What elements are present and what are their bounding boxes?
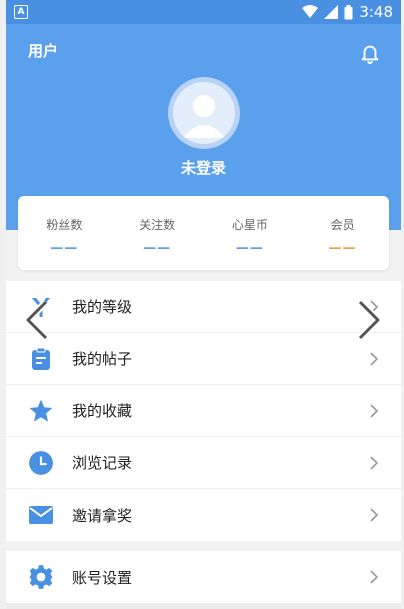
avatar[interactable] [168, 77, 240, 149]
chevron-right-icon [370, 570, 379, 584]
mail-icon [29, 506, 53, 524]
stat-label: 关注数 [139, 218, 176, 232]
chevron-right-icon [370, 352, 379, 366]
battery-icon [344, 4, 353, 19]
clock-icon [29, 450, 53, 475]
stat-value: —— [328, 241, 357, 256]
stat-label: 心星币 [231, 218, 268, 232]
stat-following[interactable]: 关注数 —— [111, 196, 204, 270]
signal-icon [324, 5, 339, 19]
stat-member[interactable]: 会员 —— [296, 196, 389, 270]
wifi-icon [302, 5, 319, 18]
menu-label: 账号设置 [72, 568, 133, 587]
menu-item-history[interactable]: 浏览记录 [6, 437, 401, 489]
stat-value: —— [143, 241, 172, 256]
menu-list: 我的等级 我的帖子 我的收藏 浏览记录 邀请拿奖 [6, 281, 401, 541]
menu-label: 我的等级 [72, 298, 133, 316]
stat-label: 粉丝数 [46, 218, 83, 232]
app-badge-icon: A [14, 5, 28, 19]
page-title: 用户 [28, 42, 59, 60]
stat-fans[interactable]: 粉丝数 —— [18, 196, 111, 270]
stat-coins[interactable]: 心星币 —— [204, 196, 297, 270]
chevron-right-icon [370, 508, 379, 522]
chevron-right-icon [370, 456, 379, 470]
carousel-next-icon[interactable] [352, 300, 386, 340]
menu-label: 我的收藏 [72, 402, 133, 420]
app-frame: A 3:48 用户 未登录 粉丝数 —— 关注数 —— 心星币 —— 会员 ——… [6, 0, 401, 609]
menu-item-favorites[interactable]: 我的收藏 [6, 385, 401, 437]
status-bar: A 3:48 [6, 0, 401, 24]
menu-item-invite[interactable]: 邀请拿奖 [6, 489, 401, 541]
menu-item-account-settings[interactable]: 账号设置 [6, 551, 401, 603]
stat-label: 会员 [330, 218, 355, 232]
stat-value: —— [235, 241, 264, 256]
stats-card: 粉丝数 —— 关注数 —— 心星币 —— 会员 —— [18, 196, 389, 270]
gear-icon [29, 565, 53, 589]
status-time: 3:48 [359, 3, 393, 21]
carousel-prev-icon[interactable] [20, 300, 54, 340]
user-avatar-icon [183, 95, 225, 138]
bell-icon[interactable] [359, 42, 381, 64]
settings-list: 账号设置 [6, 551, 401, 603]
menu-label: 邀请拿奖 [72, 506, 133, 525]
chevron-right-icon [370, 404, 379, 418]
menu-item-posts[interactable]: 我的帖子 [6, 333, 401, 385]
posts-icon [32, 347, 50, 370]
stat-value: —— [50, 241, 79, 256]
star-icon [29, 399, 53, 422]
menu-item-level[interactable]: 我的等级 [6, 281, 401, 333]
login-status[interactable]: 未登录 [6, 157, 401, 178]
menu-label: 浏览记录 [72, 454, 133, 472]
menu-label: 我的帖子 [72, 350, 133, 368]
bottom-divider [6, 603, 401, 609]
